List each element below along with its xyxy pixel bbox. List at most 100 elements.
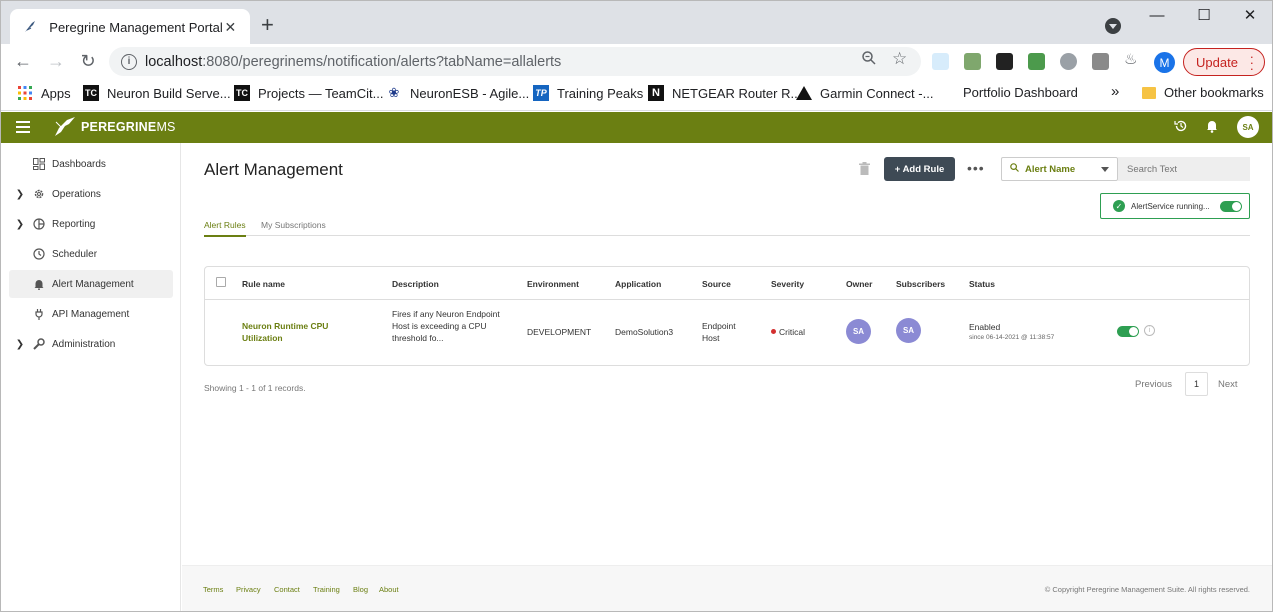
hamburger-menu-icon[interactable] [16,121,30,133]
rule-enabled-toggle[interactable] [1117,326,1139,337]
extensions-puzzle-icon[interactable]: ♨ [1124,50,1141,68]
address-bar[interactable]: i localhost:8080/peregrinems/notificatio… [109,47,921,76]
peregrine-favicon-icon [22,19,37,35]
bookmark-neuron-build[interactable]: TC Neuron Build Serve... [83,85,231,101]
column-header[interactable]: Description [392,279,439,289]
history-icon[interactable] [1174,119,1188,136]
search-field-select[interactable]: Alert Name [1001,157,1118,181]
browser-tabstrip: Peregrine Management Portal ✕ + — ☐ ✕ [0,0,1273,45]
owner-avatar[interactable]: SA [846,319,871,344]
add-rule-button[interactable]: + Add Rule [884,157,955,181]
tab-close-icon[interactable]: ✕ [223,19,238,36]
window-close-icon[interactable]: ✕ [1227,5,1273,27]
reload-icon[interactable]: ↻ [76,50,100,72]
back-icon[interactable]: ← [11,50,35,72]
clock-icon [33,248,45,260]
bookmark-neuronesb-agile[interactable]: ❀ NeuronESB - Agile... [386,85,530,101]
t-extension-icon[interactable] [1092,53,1109,70]
sidebar-item-api-management[interactable]: API Management [9,300,173,328]
folder-icon [1142,86,1156,99]
more-options-icon[interactable]: ••• [967,160,985,176]
column-header[interactable]: Subscribers [896,279,945,289]
column-header[interactable]: Source [702,279,731,289]
alert-rules-table: Rule name Description Environment Applic… [204,266,1250,366]
cloud-extension-icon[interactable] [932,53,949,70]
image-extension-icon[interactable] [964,53,981,70]
circle-extension-icon[interactable] [1060,53,1077,70]
column-header[interactable]: Environment [527,279,579,289]
chevron-right-icon: ❯ [15,338,25,350]
x-extension-icon[interactable] [996,53,1013,70]
kebab-menu-icon: · · · [1249,49,1254,76]
info-icon[interactable]: i [1144,325,1155,336]
bookmark-apps[interactable]: Apps [17,85,71,101]
column-header[interactable]: Severity [771,279,804,289]
bookmarks-bar: Apps TC Neuron Build Serve... TC Project… [0,78,1273,111]
bookmark-training-peaks[interactable]: TP Training Peaks [533,85,643,101]
subscriber-avatar[interactable]: SA [896,318,921,343]
bookmark-portfolio[interactable]: Portfolio Dashboard [963,85,1078,100]
chevron-right-icon: ❯ [15,218,25,230]
footer-link-contact[interactable]: Contact [274,585,300,594]
select-all-checkbox[interactable] [216,277,226,287]
sidebar-item-alert-management[interactable]: Alert Management [9,270,173,298]
trash-icon[interactable] [859,162,870,175]
rule-name-link[interactable]: Neuron Runtime CPU Utilization [242,320,342,344]
severity-badge: Critical [771,327,805,337]
b-extension-icon[interactable] [1028,53,1045,70]
browser-tab[interactable]: Peregrine Management Portal ✕ [10,9,250,45]
pager-next[interactable]: Next [1218,379,1238,390]
plug-icon [33,308,45,320]
peregrine-bird-icon [55,117,75,136]
search-input[interactable] [1118,157,1250,181]
column-header[interactable]: Owner [846,279,872,289]
sidebar-item-administration[interactable]: ❯ Administration [9,330,173,358]
user-avatar[interactable]: SA [1237,116,1259,138]
column-header[interactable]: Rule name [242,279,285,289]
alert-service-toggle[interactable] [1219,200,1242,212]
profile-avatar[interactable]: M [1154,52,1175,73]
zoom-icon[interactable] [861,50,877,70]
garmin-triangle-icon [796,85,812,101]
footer-link-terms[interactable]: Terms [203,585,223,594]
footer-link-training[interactable]: Training [313,585,340,594]
sidebar-item-scheduler[interactable]: Scheduler [9,240,173,268]
sidebar-item-dashboards[interactable]: Dashboards [9,150,173,178]
pager-page-1[interactable]: 1 [1185,372,1208,396]
maximize-icon[interactable]: ☐ [1181,5,1227,27]
critical-dot-icon [771,329,776,334]
sidebar-item-reporting[interactable]: ❯ Reporting [9,210,173,238]
forward-icon[interactable]: → [44,50,68,72]
tab-my-subscriptions[interactable]: My Subscriptions [261,220,326,230]
bookmark-netgear[interactable]: N NETGEAR Router R... [648,85,801,101]
table-header: Rule name Description Environment Applic… [205,267,1249,300]
site-info-icon[interactable]: i [121,53,137,70]
tab-search-icon[interactable] [1105,18,1121,34]
chevron-down-icon [1101,167,1109,172]
browser-toolbar: ← → ↻ i localhost:8080/peregrinems/notif… [0,44,1273,78]
column-header[interactable]: Application [615,279,661,289]
sidebar-item-operations[interactable]: ❯ Operations [9,180,173,208]
tab-bar: Alert Rules My Subscriptions [204,218,1250,237]
bookmark-star-icon[interactable]: ☆ [892,49,907,69]
new-tab-button[interactable]: + [261,14,274,36]
bookmark-projects-teamcity[interactable]: TC Projects — TeamCit... [234,85,383,101]
other-bookmarks[interactable]: Other bookmarks [1142,85,1264,100]
jira-icon: ❀ [388,85,400,100]
footer-link-privacy[interactable]: Privacy [236,585,261,594]
footer-link-blog[interactable]: Blog [353,585,368,594]
alert-service-status: ✓ AlertService running... [1100,193,1250,219]
minimize-icon[interactable]: — [1134,5,1180,27]
pager-previous[interactable]: Previous [1135,379,1172,390]
tab-alert-rules[interactable]: Alert Rules [204,220,246,237]
bookmark-garmin[interactable]: Garmin Connect -... [796,85,933,101]
update-button[interactable]: Update · · · [1183,48,1265,76]
trainingpeaks-icon: TP [533,85,549,101]
peregrine-logo[interactable]: PEREGRINEMS [53,116,176,138]
footer-link-about[interactable]: About [379,585,399,594]
notification-bell-icon[interactable] [1205,119,1219,136]
rule-application: DemoSolution3 [615,327,674,337]
bookmarks-overflow-icon[interactable]: » [1111,83,1119,100]
footer: Terms Privacy Contact Training Blog Abou… [182,565,1272,611]
column-header[interactable]: Status [969,279,995,289]
